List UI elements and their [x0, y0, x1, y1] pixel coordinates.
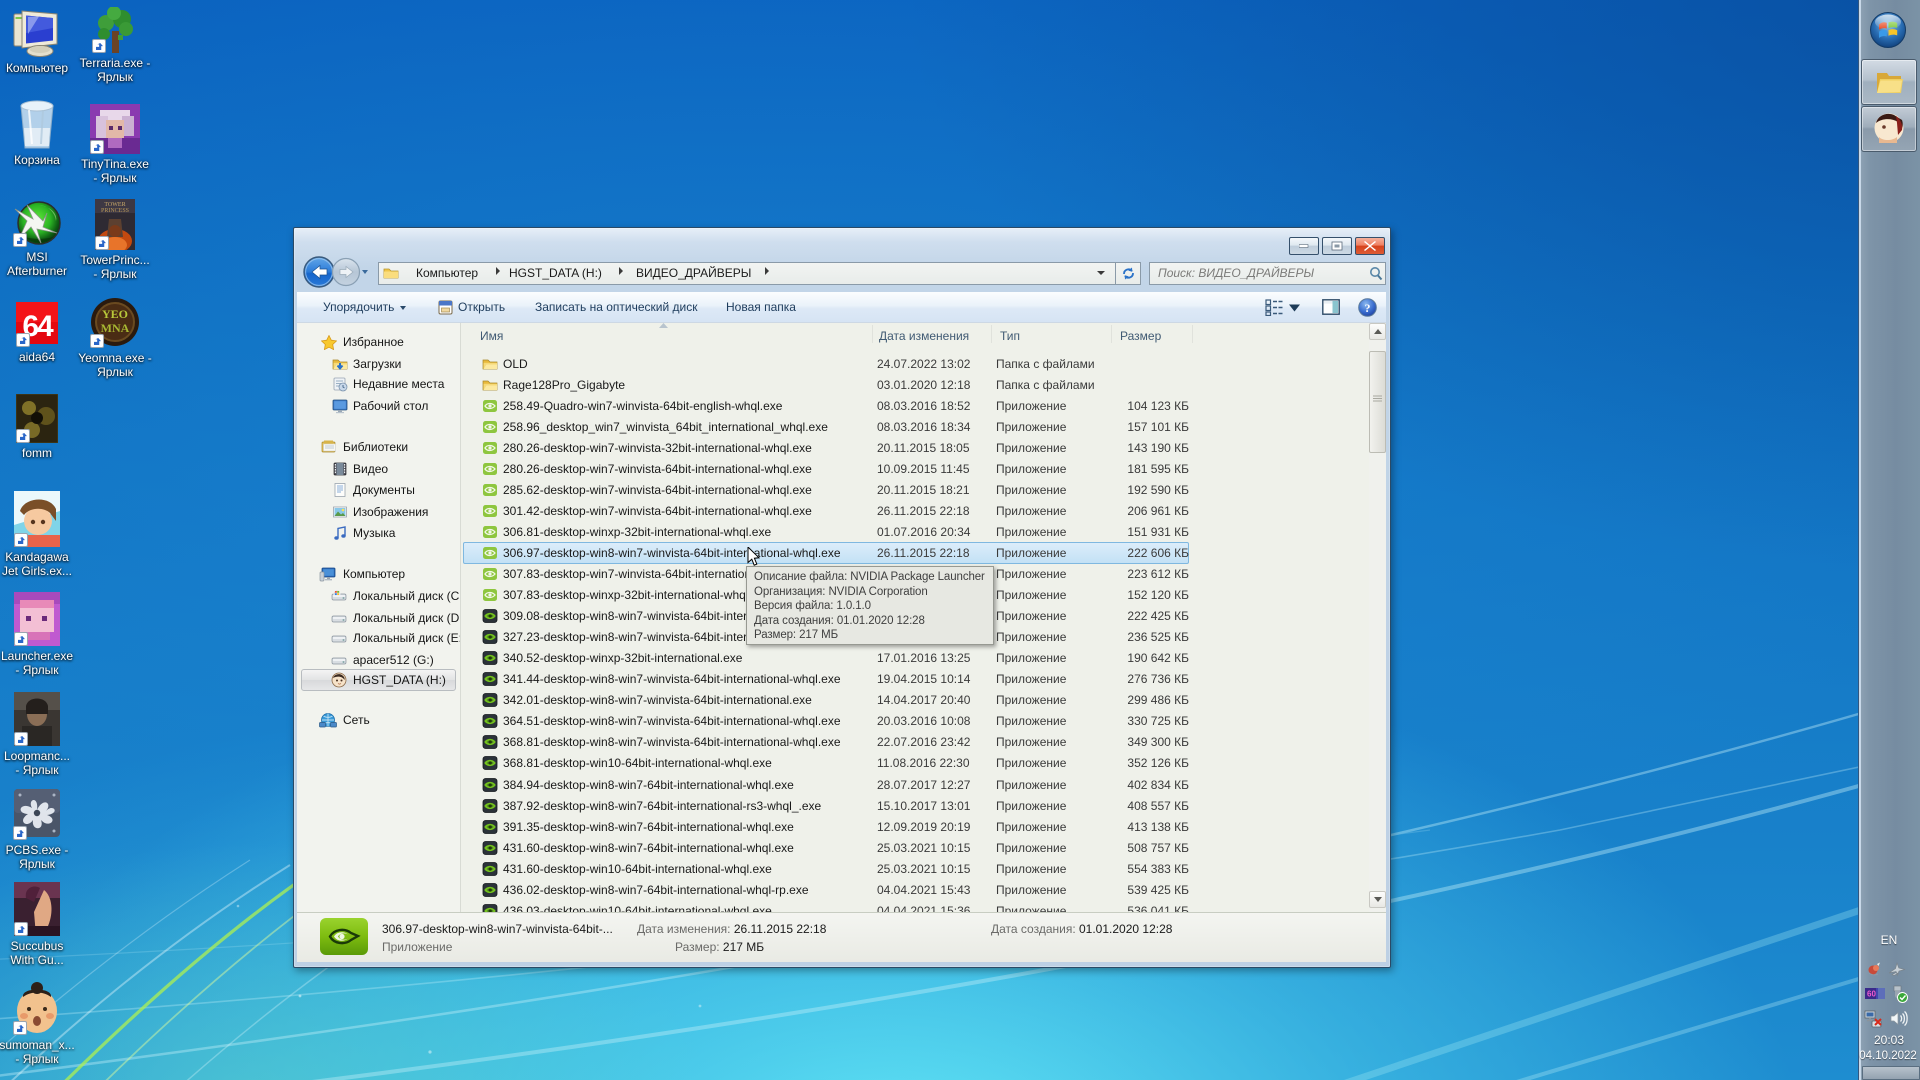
svg-text:MNA: MNA [101, 321, 130, 335]
svg-text:PRINCESS: PRINCESS [101, 208, 129, 214]
svg-text:?: ? [1365, 301, 1371, 315]
svg-text:YEO: YEO [102, 307, 128, 321]
svg-text:60: 60 [1867, 990, 1876, 999]
